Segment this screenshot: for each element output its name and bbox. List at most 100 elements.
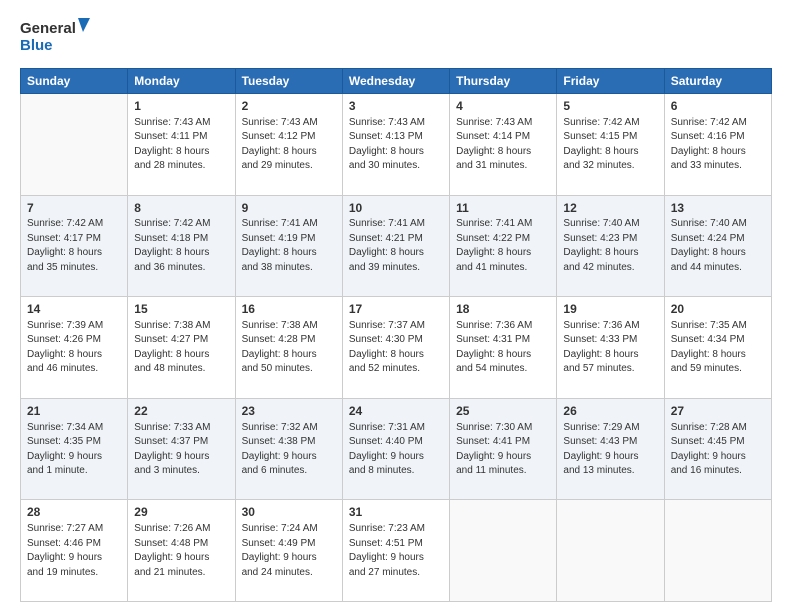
calendar-cell: 16Sunrise: 7:38 AM Sunset: 4:28 PM Dayli… xyxy=(235,297,342,399)
day-number: 3 xyxy=(349,98,443,115)
day-number: 28 xyxy=(27,504,121,521)
day-info: Sunrise: 7:38 AM Sunset: 4:28 PM Dayligh… xyxy=(242,319,336,377)
day-number: 30 xyxy=(242,504,336,521)
calendar-cell: 7Sunrise: 7:42 AM Sunset: 4:17 PM Daylig… xyxy=(21,195,128,297)
day-info: Sunrise: 7:35 AM Sunset: 4:34 PM Dayligh… xyxy=(671,319,765,377)
calendar-cell xyxy=(557,500,664,602)
day-info: Sunrise: 7:43 AM Sunset: 4:14 PM Dayligh… xyxy=(456,116,550,174)
weekday-header-cell: Monday xyxy=(128,69,235,94)
calendar-table: SundayMondayTuesdayWednesdayThursdayFrid… xyxy=(20,68,772,602)
calendar-cell: 24Sunrise: 7:31 AM Sunset: 4:40 PM Dayli… xyxy=(342,398,449,500)
day-info: Sunrise: 7:37 AM Sunset: 4:30 PM Dayligh… xyxy=(349,319,443,377)
calendar-cell: 14Sunrise: 7:39 AM Sunset: 4:26 PM Dayli… xyxy=(21,297,128,399)
calendar-cell: 2Sunrise: 7:43 AM Sunset: 4:12 PM Daylig… xyxy=(235,94,342,196)
day-number: 12 xyxy=(563,200,657,217)
day-info: Sunrise: 7:40 AM Sunset: 4:24 PM Dayligh… xyxy=(671,217,765,275)
day-info: Sunrise: 7:43 AM Sunset: 4:13 PM Dayligh… xyxy=(349,116,443,174)
calendar-cell: 31Sunrise: 7:23 AM Sunset: 4:51 PM Dayli… xyxy=(342,500,449,602)
calendar-cell: 17Sunrise: 7:37 AM Sunset: 4:30 PM Dayli… xyxy=(342,297,449,399)
weekday-header-cell: Saturday xyxy=(664,69,771,94)
day-info: Sunrise: 7:30 AM Sunset: 4:41 PM Dayligh… xyxy=(456,421,550,479)
day-info: Sunrise: 7:41 AM Sunset: 4:19 PM Dayligh… xyxy=(242,217,336,275)
day-number: 10 xyxy=(349,200,443,217)
calendar-cell: 6Sunrise: 7:42 AM Sunset: 4:16 PM Daylig… xyxy=(664,94,771,196)
header: General Blue xyxy=(20,16,772,58)
day-number: 9 xyxy=(242,200,336,217)
day-number: 4 xyxy=(456,98,550,115)
calendar-cell: 11Sunrise: 7:41 AM Sunset: 4:22 PM Dayli… xyxy=(450,195,557,297)
calendar-cell: 9Sunrise: 7:41 AM Sunset: 4:19 PM Daylig… xyxy=(235,195,342,297)
calendar-cell: 5Sunrise: 7:42 AM Sunset: 4:15 PM Daylig… xyxy=(557,94,664,196)
day-info: Sunrise: 7:29 AM Sunset: 4:43 PM Dayligh… xyxy=(563,421,657,479)
day-number: 13 xyxy=(671,200,765,217)
calendar-week-row: 14Sunrise: 7:39 AM Sunset: 4:26 PM Dayli… xyxy=(21,297,772,399)
calendar-cell: 18Sunrise: 7:36 AM Sunset: 4:31 PM Dayli… xyxy=(450,297,557,399)
day-number: 7 xyxy=(27,200,121,217)
day-number: 11 xyxy=(456,200,550,217)
calendar-cell: 13Sunrise: 7:40 AM Sunset: 4:24 PM Dayli… xyxy=(664,195,771,297)
day-info: Sunrise: 7:43 AM Sunset: 4:12 PM Dayligh… xyxy=(242,116,336,174)
day-number: 27 xyxy=(671,403,765,420)
calendar-cell: 28Sunrise: 7:27 AM Sunset: 4:46 PM Dayli… xyxy=(21,500,128,602)
day-number: 25 xyxy=(456,403,550,420)
calendar-cell: 19Sunrise: 7:36 AM Sunset: 4:33 PM Dayli… xyxy=(557,297,664,399)
day-number: 16 xyxy=(242,301,336,318)
calendar-cell: 1Sunrise: 7:43 AM Sunset: 4:11 PM Daylig… xyxy=(128,94,235,196)
day-number: 2 xyxy=(242,98,336,115)
logo-svg: General Blue xyxy=(20,16,90,58)
day-number: 31 xyxy=(349,504,443,521)
weekday-header-cell: Tuesday xyxy=(235,69,342,94)
page: General Blue SundayMondayTuesdayWednesda… xyxy=(0,0,792,612)
calendar-cell: 23Sunrise: 7:32 AM Sunset: 4:38 PM Dayli… xyxy=(235,398,342,500)
day-info: Sunrise: 7:42 AM Sunset: 4:16 PM Dayligh… xyxy=(671,116,765,174)
day-number: 24 xyxy=(349,403,443,420)
day-info: Sunrise: 7:36 AM Sunset: 4:31 PM Dayligh… xyxy=(456,319,550,377)
day-number: 17 xyxy=(349,301,443,318)
calendar-week-row: 1Sunrise: 7:43 AM Sunset: 4:11 PM Daylig… xyxy=(21,94,772,196)
calendar-cell: 4Sunrise: 7:43 AM Sunset: 4:14 PM Daylig… xyxy=(450,94,557,196)
svg-text:Blue: Blue xyxy=(20,37,53,54)
calendar-cell: 15Sunrise: 7:38 AM Sunset: 4:27 PM Dayli… xyxy=(128,297,235,399)
day-info: Sunrise: 7:38 AM Sunset: 4:27 PM Dayligh… xyxy=(134,319,228,377)
day-number: 8 xyxy=(134,200,228,217)
weekday-header-cell: Wednesday xyxy=(342,69,449,94)
calendar-cell xyxy=(21,94,128,196)
calendar-body: 1Sunrise: 7:43 AM Sunset: 4:11 PM Daylig… xyxy=(21,94,772,602)
day-info: Sunrise: 7:42 AM Sunset: 4:18 PM Dayligh… xyxy=(134,217,228,275)
calendar-cell: 10Sunrise: 7:41 AM Sunset: 4:21 PM Dayli… xyxy=(342,195,449,297)
day-info: Sunrise: 7:42 AM Sunset: 4:17 PM Dayligh… xyxy=(27,217,121,275)
svg-text:General: General xyxy=(20,20,76,37)
day-info: Sunrise: 7:41 AM Sunset: 4:22 PM Dayligh… xyxy=(456,217,550,275)
day-number: 23 xyxy=(242,403,336,420)
day-info: Sunrise: 7:40 AM Sunset: 4:23 PM Dayligh… xyxy=(563,217,657,275)
day-info: Sunrise: 7:33 AM Sunset: 4:37 PM Dayligh… xyxy=(134,421,228,479)
weekday-header-row: SundayMondayTuesdayWednesdayThursdayFrid… xyxy=(21,69,772,94)
calendar-week-row: 7Sunrise: 7:42 AM Sunset: 4:17 PM Daylig… xyxy=(21,195,772,297)
day-number: 5 xyxy=(563,98,657,115)
logo: General Blue xyxy=(20,16,90,58)
calendar-cell xyxy=(664,500,771,602)
calendar-week-row: 28Sunrise: 7:27 AM Sunset: 4:46 PM Dayli… xyxy=(21,500,772,602)
day-info: Sunrise: 7:34 AM Sunset: 4:35 PM Dayligh… xyxy=(27,421,121,479)
day-number: 19 xyxy=(563,301,657,318)
day-number: 22 xyxy=(134,403,228,420)
calendar-cell: 22Sunrise: 7:33 AM Sunset: 4:37 PM Dayli… xyxy=(128,398,235,500)
day-number: 21 xyxy=(27,403,121,420)
weekday-header-cell: Thursday xyxy=(450,69,557,94)
day-number: 18 xyxy=(456,301,550,318)
day-number: 15 xyxy=(134,301,228,318)
calendar-cell xyxy=(450,500,557,602)
calendar-cell: 25Sunrise: 7:30 AM Sunset: 4:41 PM Dayli… xyxy=(450,398,557,500)
day-info: Sunrise: 7:41 AM Sunset: 4:21 PM Dayligh… xyxy=(349,217,443,275)
day-info: Sunrise: 7:43 AM Sunset: 4:11 PM Dayligh… xyxy=(134,116,228,174)
calendar-cell: 29Sunrise: 7:26 AM Sunset: 4:48 PM Dayli… xyxy=(128,500,235,602)
calendar-cell: 12Sunrise: 7:40 AM Sunset: 4:23 PM Dayli… xyxy=(557,195,664,297)
day-info: Sunrise: 7:32 AM Sunset: 4:38 PM Dayligh… xyxy=(242,421,336,479)
day-info: Sunrise: 7:27 AM Sunset: 4:46 PM Dayligh… xyxy=(27,522,121,580)
day-number: 29 xyxy=(134,504,228,521)
day-info: Sunrise: 7:31 AM Sunset: 4:40 PM Dayligh… xyxy=(349,421,443,479)
calendar-cell: 20Sunrise: 7:35 AM Sunset: 4:34 PM Dayli… xyxy=(664,297,771,399)
day-info: Sunrise: 7:26 AM Sunset: 4:48 PM Dayligh… xyxy=(134,522,228,580)
day-info: Sunrise: 7:39 AM Sunset: 4:26 PM Dayligh… xyxy=(27,319,121,377)
day-number: 1 xyxy=(134,98,228,115)
